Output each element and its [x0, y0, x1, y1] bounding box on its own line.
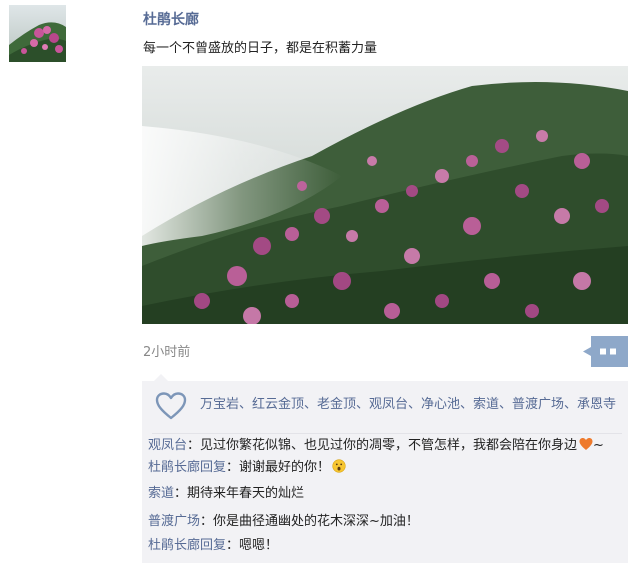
- comment-text: 你是曲径通幽处的花木深深~加油！: [213, 514, 419, 529]
- like-names[interactable]: 万宝岩、红云金顶、老金顶、观凤台、净心池、索道、普渡广场、承恩寺: [200, 395, 620, 415]
- comment-text: 嗯嗯！: [239, 538, 279, 553]
- comment-suffix: ~: [593, 438, 604, 453]
- comment-item[interactable]: 观凤台：见过你繁花似锦、也见过你的凋零，不管怎样，我都会陪在你身边 ~: [148, 437, 604, 455]
- comment-button[interactable]: [583, 336, 628, 367]
- comment-author[interactable]: 索道: [148, 486, 174, 501]
- comment-author[interactable]: 观凤台: [148, 438, 187, 453]
- post-time: 2小时前: [143, 345, 191, 360]
- comment-text: 谢谢最好的你！: [239, 460, 331, 475]
- interactions-panel: 万宝岩、红云金顶、老金顶、观凤台、净心池、索道、普渡广场、承恩寺 观凤台：见过你…: [142, 374, 628, 563]
- comment-text: 见过你繁花似锦、也见过你的凋零，不管怎样，我都会陪在你身边: [200, 438, 578, 453]
- comment-author[interactable]: 普渡广场: [148, 514, 200, 529]
- orange-heart-emoji: [579, 438, 593, 450]
- comment-dots-icon: [583, 336, 628, 367]
- comment-author[interactable]: 杜鹃长廊回复: [148, 460, 226, 475]
- avatar[interactable]: [9, 5, 66, 62]
- comment-separator: ：: [226, 538, 240, 553]
- comment-separator: ：: [226, 460, 240, 475]
- comment-item[interactable]: 杜鹃长廊回复：谢谢最好的你！: [148, 459, 346, 477]
- comment-separator: ：: [174, 486, 188, 501]
- comment-item[interactable]: 普渡广场：你是曲径通幽处的花木深深~加油！: [148, 513, 419, 531]
- comment-text: 期待来年春天的灿烂: [187, 486, 305, 501]
- post-text: 每一个不曾盛放的日子，都是在积蓄力量: [143, 41, 378, 56]
- comment-item[interactable]: 杜鹃长廊回复：嗯嗯！: [148, 537, 278, 555]
- comment-author[interactable]: 杜鹃长廊回复: [148, 538, 226, 553]
- comment-separator: ：: [200, 514, 214, 529]
- comment-item[interactable]: 索道：期待来年春天的灿烂: [148, 485, 304, 503]
- post-photo[interactable]: [142, 66, 628, 324]
- comment-separator: ：: [187, 438, 201, 453]
- post-author[interactable]: 杜鹃长廊: [143, 9, 199, 29]
- heart-outline-icon: [155, 392, 187, 420]
- surprised-face-emoji: [332, 459, 346, 473]
- likes-section: 万宝岩、红云金顶、老金顶、观凤台、净心池、索道、普渡广场、承恩寺: [152, 387, 622, 434]
